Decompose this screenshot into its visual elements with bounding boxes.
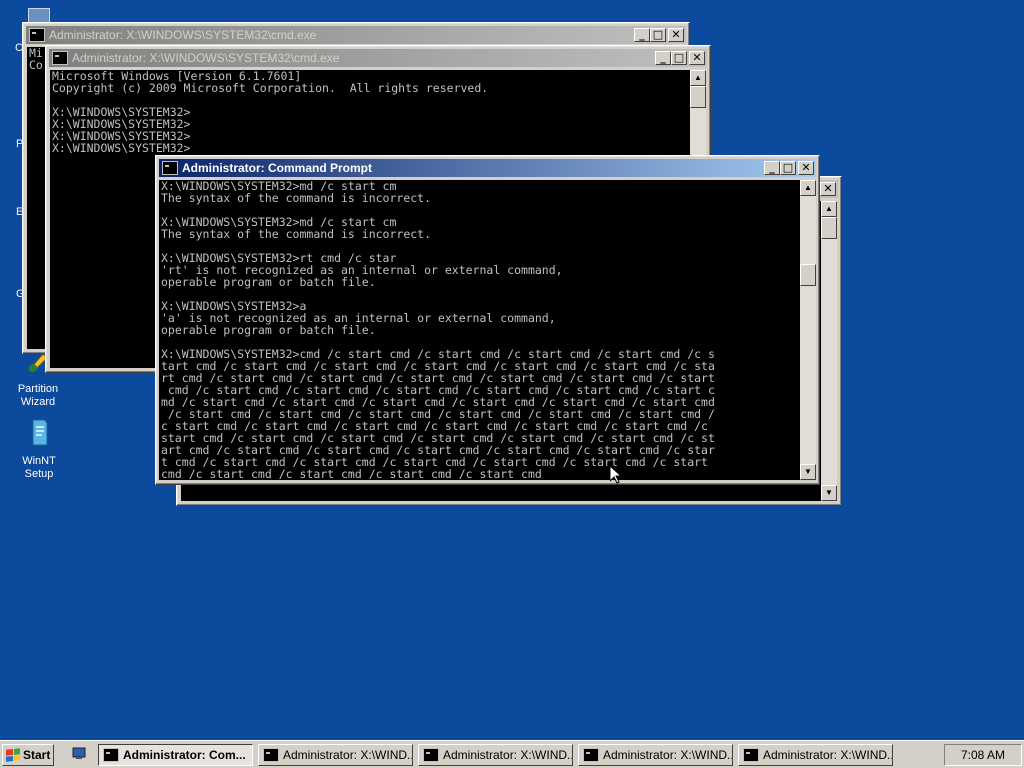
cmd-window-back-3-controls: ✕	[818, 182, 836, 196]
taskbar-task-cmd-4[interactable]: Administrator: X:\WIND...	[738, 744, 893, 766]
desktop-icon-winnt-setup[interactable]: WinNT Setup	[8, 418, 70, 481]
taskbar-task-cmd-2[interactable]: Administrator: X:\WIND...	[418, 744, 573, 766]
start-button[interactable]: Start	[2, 744, 54, 766]
system-tray-clock[interactable]: 7:08 AM	[944, 744, 1022, 766]
taskbar: Start Administrator: Com... Administrato…	[0, 740, 1024, 768]
maximize-button[interactable]: □	[780, 161, 796, 175]
cmd-app-icon	[583, 748, 599, 762]
scroll-up-button[interactable]: ▲	[690, 70, 706, 86]
cmd-app-icon	[743, 748, 759, 762]
start-label: Start	[23, 748, 51, 762]
cmd-app-icon	[423, 748, 439, 762]
taskbar-task-cmd-3[interactable]: Administrator: X:\WIND...	[578, 744, 733, 766]
minimize-button[interactable]: _	[764, 161, 780, 175]
partition-wizard-label-1: Partition	[17, 383, 59, 395]
show-desktop-icon[interactable]	[72, 746, 86, 760]
taskbar-task-label: Administrator: X:\WIND...	[763, 748, 893, 762]
close-button[interactable]: ✕	[668, 28, 684, 42]
cmd-window-back-1-title: Administrator: X:\WINDOWS\SYSTEM32\cmd.e…	[49, 28, 317, 42]
cmd-window-back-1-controls: _ □ ✕	[634, 28, 684, 42]
command-prompt-title: Administrator: Command Prompt	[182, 161, 373, 175]
scroll-thumb[interactable]	[690, 86, 706, 108]
cmd-window-back-3-scrollbar[interactable]: ▲ ▼	[821, 201, 837, 501]
taskbar-task-cmd-1[interactable]: Administrator: X:\WIND...	[258, 744, 413, 766]
taskbar-task-label: Administrator: X:\WIND...	[443, 748, 573, 762]
taskbar-task-command-prompt[interactable]: Administrator: Com...	[98, 744, 253, 766]
scroll-thumb[interactable]	[800, 264, 816, 286]
taskbar-task-label: Administrator: Com...	[123, 748, 246, 762]
winnt-setup-icon	[32, 419, 48, 446]
cmd-app-icon	[162, 161, 178, 175]
scroll-thumb[interactable]	[821, 217, 837, 239]
maximize-button[interactable]: □	[650, 28, 666, 42]
command-prompt-titlebar[interactable]: Administrator: Command Prompt _ □ ✕	[159, 159, 816, 177]
close-button[interactable]: ✕	[689, 51, 705, 65]
taskbar-task-label: Administrator: X:\WIND...	[603, 748, 733, 762]
cmd-window-back-2-controls: _ □ ✕	[655, 51, 705, 65]
taskbar-task-label: Administrator: X:\WIND...	[283, 748, 413, 762]
cmd-window-back-2-titlebar[interactable]: Administrator: X:\WINDOWS\SYSTEM32\cmd.e…	[49, 49, 707, 67]
minimize-button[interactable]: _	[655, 51, 671, 65]
mouse-cursor-icon	[610, 466, 622, 484]
winnt-setup-label: WinNT Setup	[22, 455, 56, 480]
scroll-down-button[interactable]: ▼	[821, 485, 837, 501]
close-button[interactable]: ✕	[798, 161, 814, 175]
scroll-down-button[interactable]: ▼	[800, 464, 816, 480]
partition-wizard-label-2: Wizard	[20, 396, 56, 408]
command-prompt-console[interactable]: X:\WINDOWS\SYSTEM32>md /c start cm The s…	[159, 180, 802, 480]
maximize-button[interactable]: □	[671, 51, 687, 65]
scroll-up-button[interactable]: ▲	[800, 180, 816, 196]
cmd-app-icon	[52, 51, 68, 65]
cmd-window-back-1-titlebar[interactable]: Administrator: X:\WINDOWS\SYSTEM32\cmd.e…	[26, 26, 686, 44]
close-button[interactable]: ✕	[820, 182, 836, 196]
command-prompt-controls: _ □ ✕	[764, 161, 814, 175]
cmd-window-back-2-title: Administrator: X:\WINDOWS\SYSTEM32\cmd.e…	[72, 51, 340, 65]
cmd-app-icon	[29, 28, 45, 42]
command-prompt-window[interactable]: Administrator: Command Prompt _ □ ✕ X:\W…	[155, 155, 820, 485]
cmd-app-icon	[103, 748, 119, 762]
cmd-app-icon	[263, 748, 279, 762]
minimize-button[interactable]: _	[634, 28, 650, 42]
scroll-up-button[interactable]: ▲	[821, 201, 837, 217]
windows-logo-icon	[6, 748, 20, 762]
command-prompt-scrollbar[interactable]: ▲ ▼	[800, 180, 816, 480]
